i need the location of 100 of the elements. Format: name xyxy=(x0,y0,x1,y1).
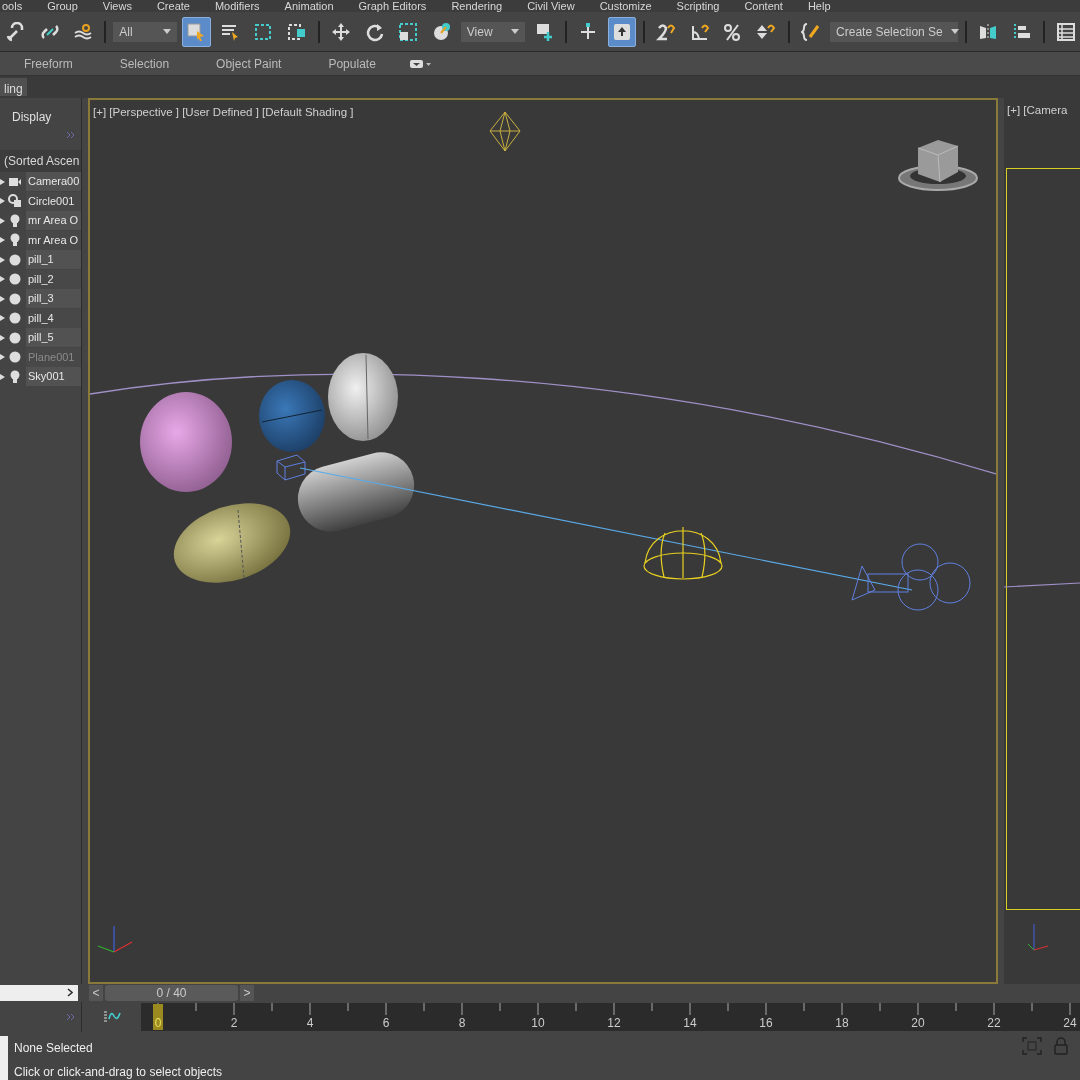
caret-icon xyxy=(510,29,519,34)
visibility-icon[interactable] xyxy=(0,294,6,303)
sphere-icon xyxy=(8,252,22,267)
menu-item[interactable]: Create xyxy=(156,0,190,12)
table-icon xyxy=(1055,21,1076,42)
scale-icon xyxy=(398,21,419,42)
up-arrow-button[interactable] xyxy=(607,16,636,47)
object-name[interactable]: Circle001 xyxy=(26,191,81,211)
menu-item[interactable]: Views xyxy=(102,0,132,12)
dropdown[interactable]: View xyxy=(460,21,525,42)
sphere-icon xyxy=(8,291,22,306)
previous-frame-button[interactable]: < xyxy=(89,985,103,1001)
chain-waves-icon xyxy=(73,21,94,42)
ribbon-tab[interactable]: Object Paint xyxy=(216,56,282,71)
light-bulb-icon xyxy=(8,369,22,384)
viewport-label[interactable]: [+] [Camera xyxy=(1007,104,1068,116)
ribbon-tab[interactable]: Selection xyxy=(119,56,170,71)
timeline-ruler[interactable]: 0 2 4 6 8 10 12 14 16 18 20 22 24 xyxy=(141,1003,1080,1031)
tick-label: 16 xyxy=(759,1016,773,1030)
toggle-icon xyxy=(409,58,432,69)
tick-label: 10 xyxy=(531,1016,545,1030)
viewcube-icon xyxy=(898,140,978,191)
place-icon xyxy=(431,21,452,42)
ribbon-tab[interactable]: Freeform xyxy=(24,56,73,71)
object-name[interactable]: Sky001 xyxy=(26,367,81,387)
menu-item[interactable]: Content xyxy=(744,0,783,12)
listener-field[interactable] xyxy=(0,1036,8,1080)
visibility-icon[interactable] xyxy=(0,275,6,284)
curve-editor-icon[interactable] xyxy=(102,1010,121,1024)
next-frame-button[interactable]: > xyxy=(240,985,254,1001)
tick-label: 0 xyxy=(154,1016,162,1030)
time-slider-thumb[interactable]: 0 / 40 xyxy=(105,985,238,1001)
menu-item[interactable]: Animation xyxy=(284,0,334,12)
visibility-icon[interactable] xyxy=(0,314,6,323)
prompt-text: Click or click-and-drag to select objects xyxy=(14,1065,224,1079)
input-field[interactable] xyxy=(0,985,78,1001)
dropdown[interactable]: All xyxy=(113,21,178,42)
sphere-icon xyxy=(8,350,22,365)
visibility-icon[interactable] xyxy=(0,177,6,186)
shape-icon xyxy=(8,194,22,209)
sphere-icon xyxy=(8,330,22,345)
edit-selection-icon xyxy=(800,21,821,42)
explorer-tab[interactable]: Display xyxy=(0,106,81,128)
axis-tripod-icon xyxy=(97,925,133,953)
visibility-icon[interactable] xyxy=(0,216,6,225)
visibility-icon[interactable] xyxy=(0,255,6,264)
column-header[interactable]: (Sorted Ascen xyxy=(0,150,81,172)
tick-label: 20 xyxy=(911,1016,925,1030)
object-name[interactable]: pill_4 xyxy=(26,308,81,328)
tick-label: 4 xyxy=(306,1016,314,1030)
ribbon-toggle-button[interactable] xyxy=(409,58,432,69)
dropdown[interactable]: Create Selection Se xyxy=(830,21,958,42)
object-name[interactable]: pill_1 xyxy=(26,250,81,270)
window-crossing-icon xyxy=(286,21,307,42)
visibility-icon[interactable] xyxy=(0,236,6,245)
viewport-label[interactable]: [+] [Perspective ] [User Defined ] [Default Shading ] xyxy=(93,106,354,118)
menu-item[interactable]: ools xyxy=(2,0,23,12)
light-bulb-icon xyxy=(8,213,22,228)
tick-label: 18 xyxy=(835,1016,849,1030)
selection-region-icon xyxy=(253,21,274,42)
move-icon xyxy=(331,21,352,42)
object-name[interactable]: Camera00 xyxy=(26,172,81,192)
light-gizmo-icon xyxy=(489,111,521,152)
tick-label: 2 xyxy=(230,1016,238,1030)
command-tab[interactable]: ling xyxy=(0,78,27,96)
light-bulb-icon xyxy=(8,233,22,248)
menu-item[interactable]: Civil View xyxy=(527,0,575,12)
menu-item[interactable]: Graph Editors xyxy=(358,0,427,12)
object-name[interactable]: pill_5 xyxy=(26,328,81,348)
menu-item[interactable]: Scripting xyxy=(676,0,720,12)
menu-item[interactable]: Group xyxy=(47,0,78,12)
tick-label: 14 xyxy=(683,1016,697,1030)
object-name[interactable]: mr Area O xyxy=(26,230,81,250)
snap-icon xyxy=(656,21,677,42)
object-name[interactable]: pill_3 xyxy=(26,289,81,309)
menu-item[interactable]: Customize xyxy=(599,0,652,12)
menu-item[interactable]: Rendering xyxy=(451,0,503,12)
mirror-icon xyxy=(978,21,999,42)
caret-icon xyxy=(163,29,172,34)
menu-item[interactable]: Help xyxy=(807,0,831,12)
sphere-icon xyxy=(8,272,22,287)
rotate-icon xyxy=(364,21,385,42)
visibility-icon[interactable] xyxy=(0,333,6,342)
tick-label: 24 xyxy=(1063,1016,1077,1030)
visibility-icon[interactable] xyxy=(0,353,6,362)
object-name[interactable]: mr Area O xyxy=(26,211,81,231)
perspective-viewport[interactable]: [+] [Perspective ] [User Defined ] [Default Shading ] xyxy=(88,98,998,984)
menu-item[interactable]: Modifiers xyxy=(214,0,260,12)
object-name[interactable]: pill_2 xyxy=(26,269,81,289)
sphere-icon xyxy=(8,311,22,326)
visibility-icon[interactable] xyxy=(0,372,6,381)
select-object-button[interactable] xyxy=(182,16,211,47)
ribbon-tab[interactable]: Populate xyxy=(328,56,376,71)
time-marker[interactable] xyxy=(153,1004,163,1030)
camera-viewport[interactable]: [+] [Camera xyxy=(1004,98,1080,984)
visibility-icon[interactable] xyxy=(0,197,6,206)
skylight-gizmo-icon xyxy=(643,526,723,580)
tick-label: 12 xyxy=(607,1016,621,1030)
caret-icon xyxy=(950,29,959,34)
axis-tripod-icon xyxy=(1027,923,1049,951)
